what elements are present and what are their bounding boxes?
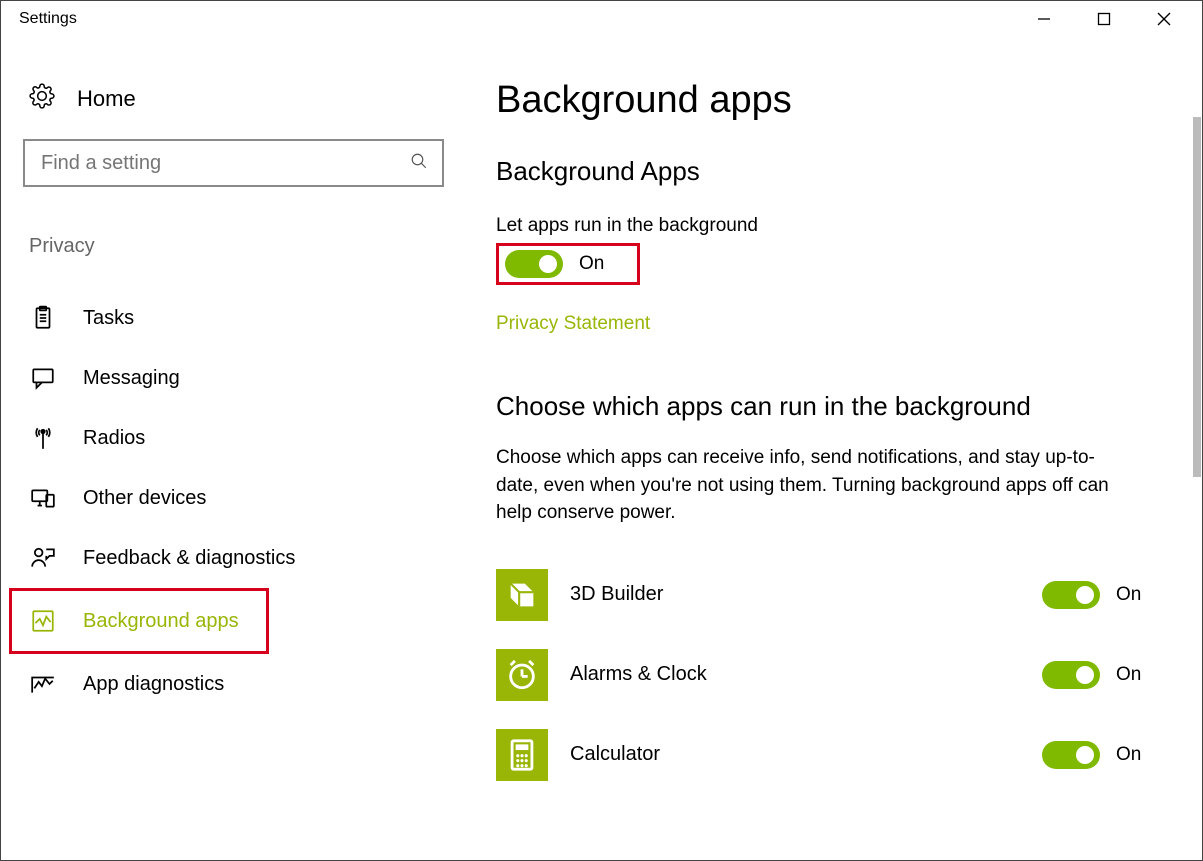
sidebar-item-feedback[interactable]: Feedback & diagnostics (23, 528, 444, 588)
gear-icon (29, 83, 55, 115)
sidebar: Home Privacy Tasks (1, 37, 466, 860)
sidebar-item-label: Other devices (83, 487, 206, 510)
sidebar-item-label: Tasks (83, 307, 134, 330)
titlebar: Settings (1, 1, 1202, 37)
diagnostics-icon (29, 670, 57, 698)
app-row-3d-builder: 3D Builder On (496, 555, 1162, 635)
maximize-button[interactable] (1074, 1, 1134, 37)
master-toggle-state: On (579, 253, 604, 275)
master-toggle-row: On (496, 243, 640, 285)
activity-icon (29, 607, 57, 635)
sidebar-item-label: App diagnostics (83, 673, 224, 696)
sidebar-item-radios[interactable]: Radios (23, 408, 444, 468)
page-title: Background apps (496, 79, 1162, 122)
toggle-knob (539, 255, 557, 273)
minimize-button[interactable] (1014, 1, 1074, 37)
settings-window: Settings Home (0, 0, 1203, 861)
app-row-alarms-clock: Alarms & Clock On (496, 635, 1162, 715)
devices-icon (29, 484, 57, 512)
search-icon (410, 152, 428, 175)
alarm-clock-icon (496, 649, 548, 701)
calculator-icon (496, 729, 548, 781)
app-toggle-state: On (1116, 664, 1141, 686)
home-button[interactable]: Home (23, 79, 444, 139)
scrollbar-thumb[interactable] (1193, 117, 1201, 477)
sidebar-item-other-devices[interactable]: Other devices (23, 468, 444, 528)
feedback-icon (29, 544, 57, 572)
home-label: Home (77, 86, 136, 112)
section2-description: Choose which apps can receive info, send… (496, 444, 1116, 527)
sidebar-item-label: Feedback & diagnostics (83, 547, 295, 570)
app-toggle-calculator[interactable] (1042, 741, 1100, 769)
sidebar-item-background-apps[interactable]: Background apps (9, 588, 269, 654)
app-name: Alarms & Clock (570, 663, 707, 686)
clipboard-icon (29, 304, 57, 332)
close-button[interactable] (1134, 1, 1194, 37)
search-input[interactable] (39, 151, 410, 176)
antenna-icon (29, 424, 57, 452)
app-toggle-state: On (1116, 584, 1141, 606)
app-name: Calculator (570, 743, 660, 766)
sidebar-item-messaging[interactable]: Messaging (23, 348, 444, 408)
sidebar-nav: Tasks Messaging Radios (23, 288, 444, 714)
section2-heading: Choose which apps can run in the backgro… (496, 391, 1162, 422)
app-name: 3D Builder (570, 583, 663, 606)
window-title: Settings (19, 10, 77, 28)
sidebar-item-label: Messaging (83, 367, 180, 390)
section-heading: Background Apps (496, 156, 1162, 187)
app-toggle-3d-builder[interactable] (1042, 581, 1100, 609)
sidebar-item-tasks[interactable]: Tasks (23, 288, 444, 348)
main-content: Background apps Background Apps Let apps… (466, 37, 1202, 860)
sidebar-item-label: Background apps (83, 610, 239, 633)
search-input-container[interactable] (23, 139, 444, 187)
master-toggle-label: Let apps run in the background (496, 215, 1162, 237)
sidebar-item-label: Radios (83, 427, 145, 450)
privacy-statement-link[interactable]: Privacy Statement (496, 313, 650, 335)
app-row-calculator: Calculator On (496, 715, 1162, 795)
app-toggle-state: On (1116, 744, 1141, 766)
sidebar-item-app-diagnostics[interactable]: App diagnostics (23, 654, 444, 714)
chat-icon (29, 364, 57, 392)
master-toggle[interactable] (505, 250, 563, 278)
3d-builder-icon (496, 569, 548, 621)
sidebar-section-label: Privacy (23, 235, 444, 258)
app-toggle-alarms-clock[interactable] (1042, 661, 1100, 689)
window-body: Home Privacy Tasks (1, 37, 1202, 860)
